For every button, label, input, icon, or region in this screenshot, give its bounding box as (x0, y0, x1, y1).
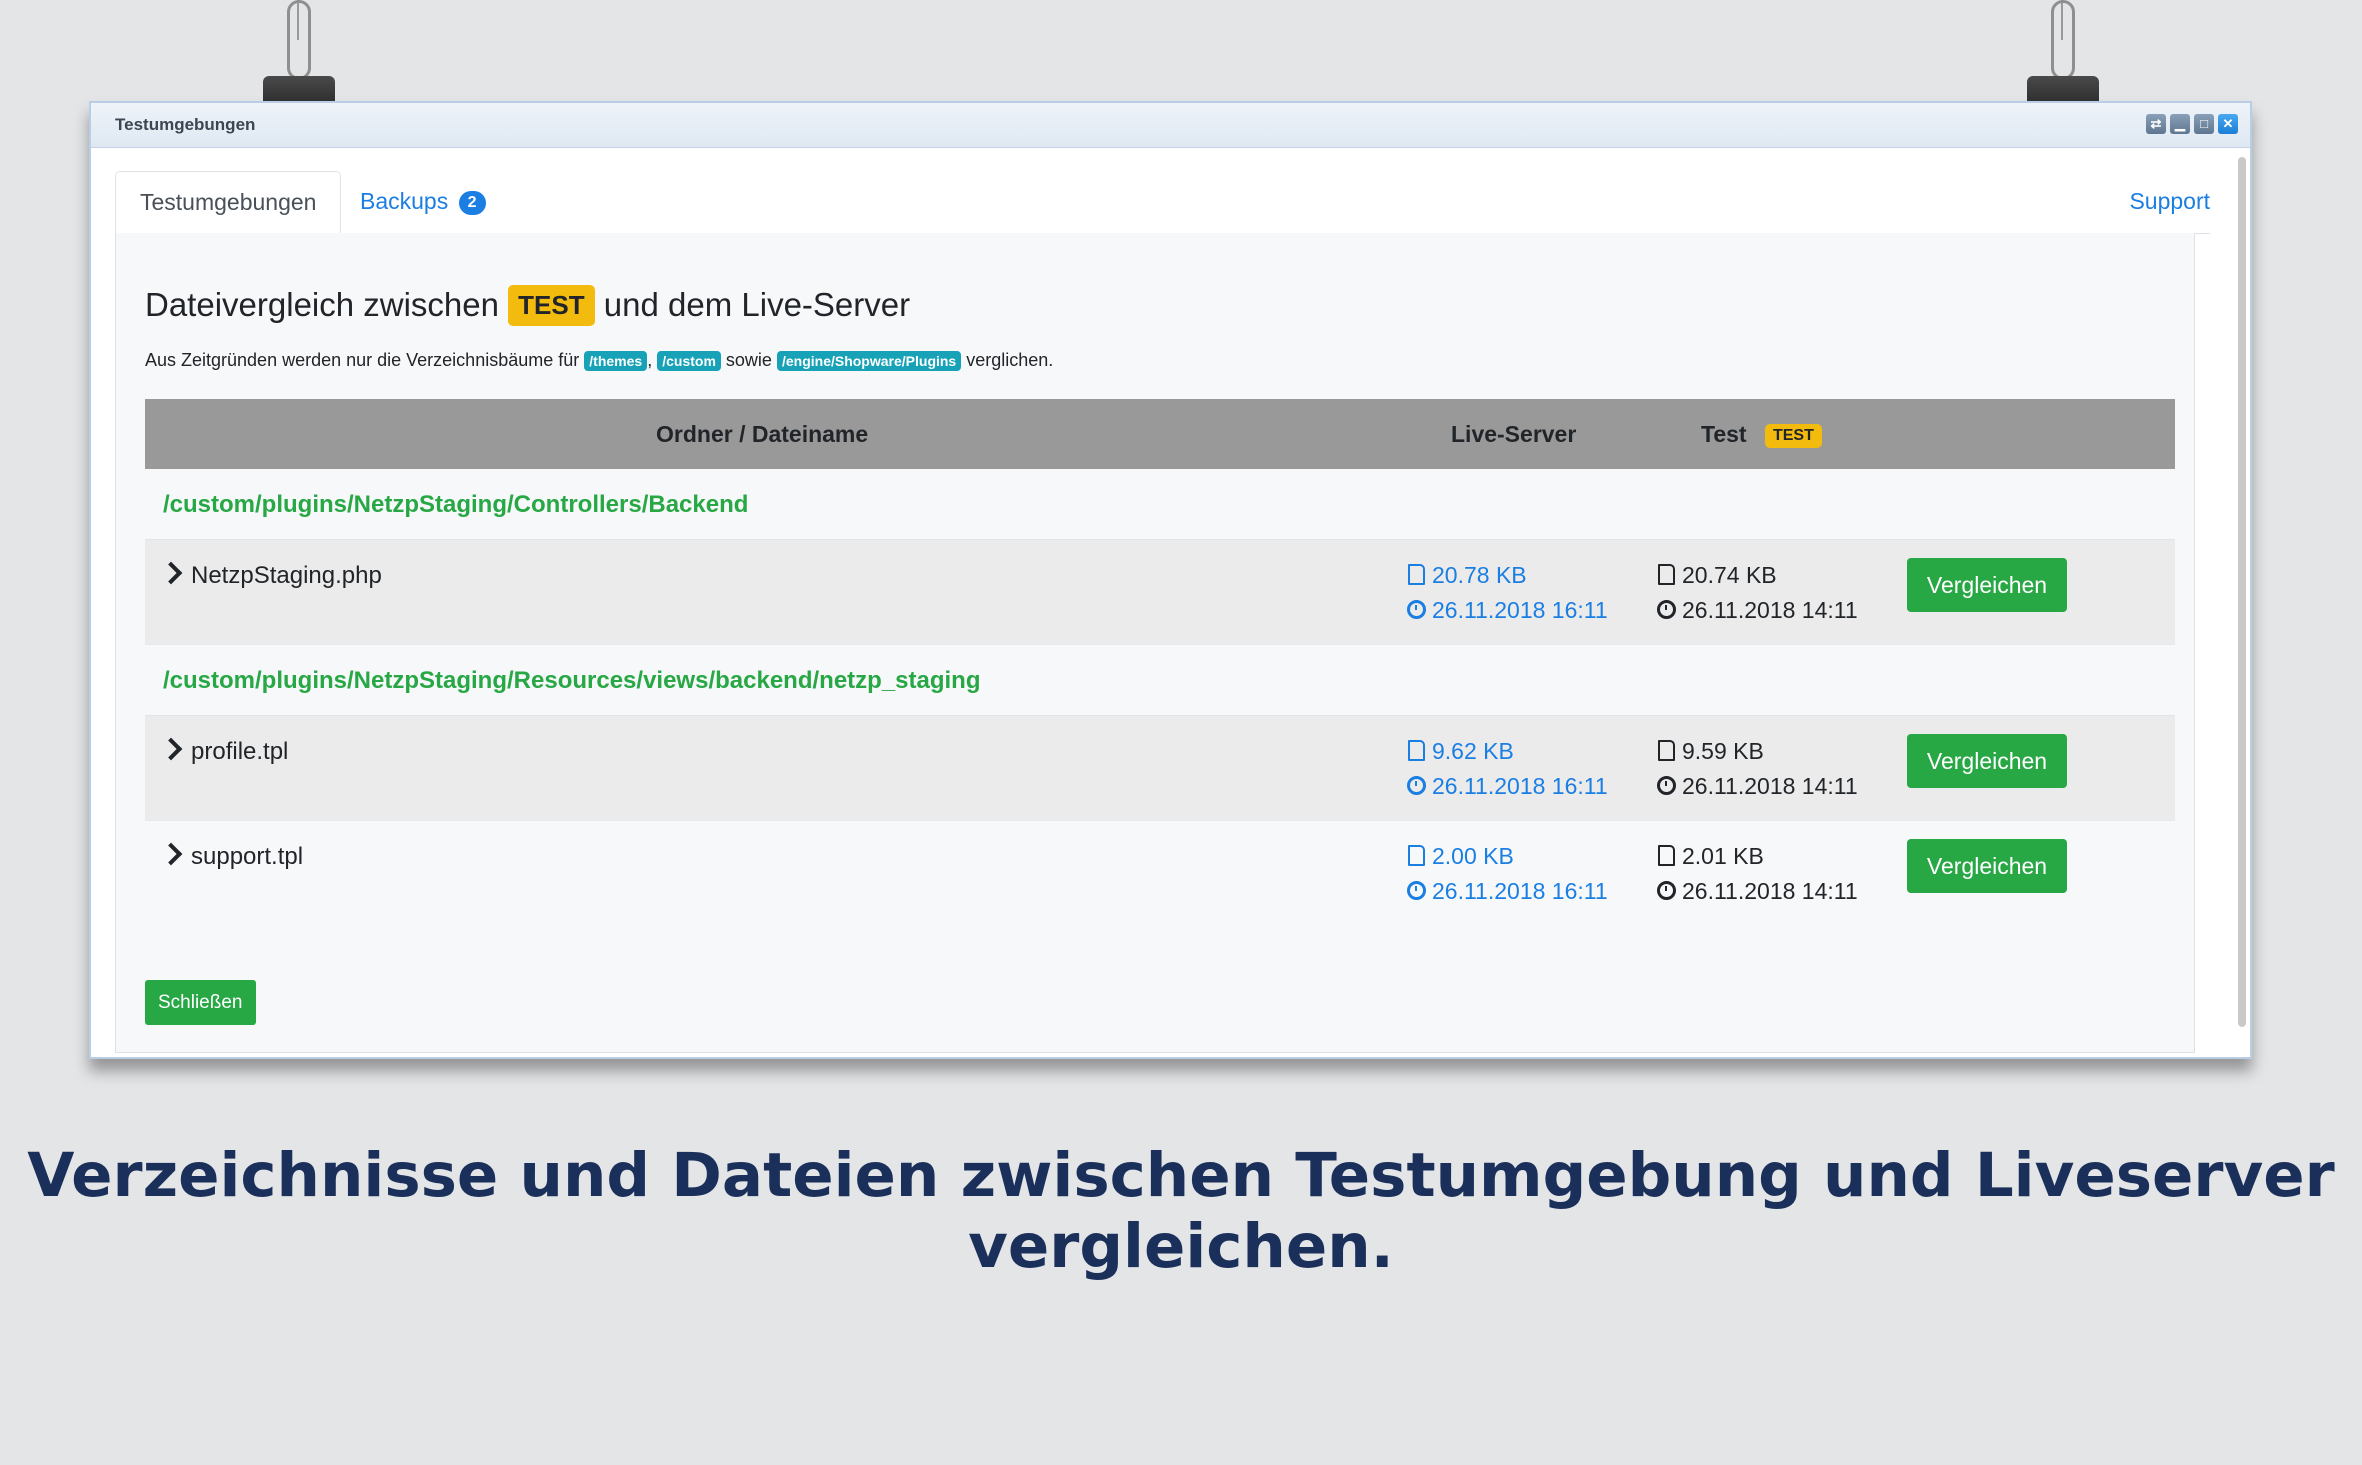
file-name-toggle[interactable]: profile.tpl (159, 737, 289, 766)
chevron-right-icon (159, 737, 183, 761)
compare-button[interactable]: Vergleichen (1907, 558, 2067, 612)
file-icon (1406, 558, 1426, 593)
compare-button[interactable]: Vergleichen (1907, 839, 2067, 893)
support-link[interactable]: Support (2129, 171, 2210, 231)
test-date: 26.11.2018 14:11 (1682, 773, 1858, 799)
file-icon (1656, 558, 1676, 593)
close-button[interactable]: Schließen (145, 980, 256, 1025)
refresh-window-icon[interactable]: ⇄ (2146, 114, 2166, 134)
table-row[interactable]: NetzpStaging.php 20.78 KB 26.11.2018 16:… (145, 540, 2175, 645)
window-title: Testumgebungen (115, 115, 256, 134)
folder-path: /custom/plugins/NetzpStaging/Resources/v… (163, 667, 981, 694)
window-titlebar[interactable]: Testumgebungen ⇄ ▁ □ ✕ (91, 103, 2250, 148)
test-size: 9.59 KB (1682, 738, 1764, 764)
live-date: 26.11.2018 16:11 (1432, 597, 1608, 623)
file-name: profile.tpl (191, 738, 289, 765)
table-header: Ordner / Dateiname Live-Server Test TEST (145, 399, 2175, 469)
header-test-label: Test (1701, 421, 1747, 447)
header-test: Test TEST (1701, 421, 1822, 448)
live-date: 26.11.2018 16:11 (1432, 773, 1608, 799)
test-meta: 9.59 KB 26.11.2018 14:11 (1656, 734, 1858, 804)
tab-backups-label: Backups (360, 188, 449, 214)
folder-row: /custom/plugins/NetzpStaging/Resources/v… (145, 645, 2175, 716)
file-name-toggle[interactable]: support.tpl (159, 842, 304, 871)
comparison-panel: Dateivergleich zwischen TEST und dem Liv… (115, 233, 2195, 1053)
path-badge-custom: /custom (657, 351, 721, 371)
chevron-right-icon (159, 842, 183, 866)
clock-icon (1656, 769, 1676, 804)
test-badge: TEST (508, 285, 595, 326)
live-meta: 20.78 KB 26.11.2018 16:11 (1406, 558, 1608, 628)
folder-path: /custom/plugins/NetzpStaging/Controllers… (163, 491, 749, 518)
minimize-window-icon[interactable]: ▁ (2170, 114, 2190, 134)
test-date: 26.11.2018 14:11 (1682, 597, 1858, 623)
file-name: support.tpl (191, 843, 304, 870)
close-window-icon[interactable]: ✕ (2218, 114, 2238, 134)
comparison-table: Ordner / Dateiname Live-Server Test TEST… (145, 399, 2175, 925)
clock-icon (1406, 593, 1426, 628)
table-row[interactable]: profile.tpl 9.62 KB 26.11.2018 16:11 9.5… (145, 716, 2175, 821)
clock-icon (1406, 769, 1426, 804)
page-title: Dateivergleich zwischen TEST und dem Liv… (145, 285, 910, 326)
test-size: 2.01 KB (1682, 843, 1764, 869)
file-icon (1656, 734, 1676, 769)
live-date: 26.11.2018 16:11 (1432, 878, 1608, 904)
clock-icon (1656, 874, 1676, 909)
tab-backups[interactable]: Backups 2 (360, 171, 486, 231)
page-title-suffix: und dem Live-Server (603, 286, 911, 323)
file-name-toggle[interactable]: NetzpStaging.php (159, 561, 382, 590)
maximize-window-icon[interactable]: □ (2194, 114, 2214, 134)
window-controls: ⇄ ▁ □ ✕ (2146, 114, 2238, 134)
live-size: 9.62 KB (1432, 738, 1514, 764)
promo-caption: Verzeichnisse und Dateien zwischen Testu… (27, 1140, 2335, 1282)
test-size: 20.74 KB (1682, 562, 1777, 588)
note-mid: sowie (725, 350, 772, 370)
live-meta: 2.00 KB 26.11.2018 16:11 (1406, 839, 1608, 909)
test-meta: 20.74 KB 26.11.2018 14:11 (1656, 558, 1858, 628)
compare-button[interactable]: Vergleichen (1907, 734, 2067, 788)
live-size: 20.78 KB (1432, 562, 1527, 588)
tab-testumgebungen[interactable]: Testumgebungen (115, 171, 342, 234)
note-separator: , (647, 350, 653, 370)
header-live: Live-Server (1451, 421, 1577, 447)
test-meta: 2.01 KB 26.11.2018 14:11 (1656, 839, 1858, 909)
path-badge-plugins: /engine/Shopware/Plugins (776, 351, 962, 371)
scrollbar[interactable] (2238, 157, 2246, 1027)
page-title-prefix: Dateivergleich zwischen (145, 286, 499, 323)
backups-count-badge: 2 (458, 190, 486, 215)
tab-bar: Testumgebungen Backups 2 Support (115, 171, 2210, 234)
note-prefix: Aus Zeitgründen werden nur die Verzeichn… (145, 350, 580, 370)
clock-icon (1656, 593, 1676, 628)
file-icon (1406, 839, 1426, 874)
test-date: 26.11.2018 14:11 (1682, 878, 1858, 904)
chevron-right-icon (159, 561, 183, 585)
info-note: Aus Zeitgründen werden nur die Verzeichn… (145, 350, 1053, 371)
note-suffix: verglichen. (966, 350, 1054, 370)
header-test-badge: TEST (1764, 424, 1822, 448)
file-icon (1406, 734, 1426, 769)
file-icon (1656, 839, 1676, 874)
app-window: Testumgebungen ⇄ ▁ □ ✕ Testumgebungen Ba… (89, 101, 2252, 1059)
live-size: 2.00 KB (1432, 843, 1514, 869)
header-filename: Ordner / Dateiname (656, 421, 869, 447)
table-row[interactable]: support.tpl 2.00 KB 26.11.2018 16:11 2.0… (145, 821, 2175, 925)
folder-row: /custom/plugins/NetzpStaging/Controllers… (145, 469, 2175, 540)
live-meta: 9.62 KB 26.11.2018 16:11 (1406, 734, 1608, 804)
path-badge-themes: /themes (584, 351, 648, 371)
file-name: NetzpStaging.php (191, 562, 382, 589)
clock-icon (1406, 874, 1426, 909)
